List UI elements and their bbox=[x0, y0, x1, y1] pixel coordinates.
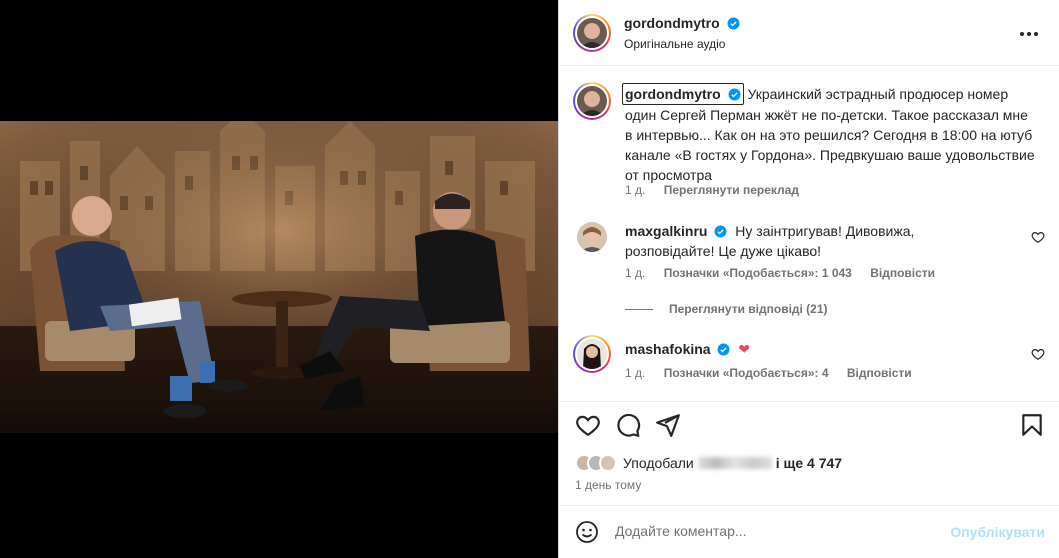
see-translation-button[interactable]: Переглянути переклад bbox=[664, 183, 799, 197]
add-comment-bar: Додайте коментар... Опублікувати bbox=[559, 505, 1059, 558]
comments-list: gordondmytro Украинский эстрадный продюс… bbox=[559, 67, 1059, 400]
liker-avatar bbox=[599, 454, 617, 472]
comment-meta: 1 д. Позначки «Подобається»: 4 Відповіст… bbox=[625, 366, 927, 380]
comment-time[interactable]: 1 д. bbox=[625, 366, 645, 380]
likes-count[interactable]: і ще 4 747 bbox=[776, 455, 842, 471]
video-player[interactable] bbox=[0, 121, 558, 433]
caption-meta: 1 д. Переглянути переклад bbox=[625, 183, 814, 197]
like-comment-heart-icon[interactable] bbox=[1031, 230, 1045, 244]
caption-avatar[interactable] bbox=[573, 82, 611, 120]
likes-summary[interactable]: Уподобали і ще 4 747 bbox=[575, 452, 842, 474]
caption: gordondmytro Украинский эстрадный продюс… bbox=[622, 83, 1035, 185]
comment-meta: 1 д. Позначки «Подобається»: 1 043 Відпо… bbox=[625, 266, 950, 280]
comment-icon[interactable] bbox=[615, 412, 641, 438]
verified-icon bbox=[728, 88, 741, 101]
comment-username[interactable]: mashafokina bbox=[625, 341, 711, 357]
comment-avatar-image bbox=[577, 339, 607, 369]
reply-button[interactable]: Відповісти bbox=[847, 366, 912, 380]
comment: mashafokina ❤ bbox=[625, 339, 1005, 359]
comment-time[interactable]: 1 д. bbox=[625, 266, 645, 280]
view-replies-line bbox=[625, 308, 653, 310]
caption-time[interactable]: 1 д. bbox=[625, 183, 645, 197]
view-replies[interactable]: Переглянути відповіді (21) bbox=[625, 302, 828, 316]
audio-label[interactable]: Оригінальне аудіо bbox=[624, 37, 725, 51]
comment-username[interactable]: maxgalkinru bbox=[625, 223, 707, 239]
verified-icon bbox=[727, 17, 740, 30]
author-avatar-image bbox=[577, 18, 607, 48]
comment-avatar[interactable] bbox=[573, 335, 611, 373]
more-icon bbox=[1020, 32, 1024, 36]
more-options-button[interactable] bbox=[1017, 24, 1041, 44]
view-replies-button[interactable]: Переглянути відповіді (21) bbox=[669, 302, 828, 316]
comment-avatar-image bbox=[577, 222, 607, 252]
comment-text: ❤ bbox=[738, 341, 751, 357]
verified-icon bbox=[714, 225, 727, 238]
heart-icon[interactable] bbox=[575, 412, 601, 438]
action-bar bbox=[559, 401, 1059, 451]
caption-username[interactable]: gordondmytro bbox=[625, 86, 721, 102]
share-icon[interactable] bbox=[655, 412, 681, 438]
comment-input[interactable]: Додайте коментар... bbox=[615, 523, 935, 539]
video-frame-image bbox=[0, 121, 558, 433]
bookmark-icon[interactable] bbox=[1019, 412, 1045, 438]
caption-avatar-image bbox=[577, 86, 607, 116]
post-panel: gordondmytro Оригінальне аудіо gordondmy… bbox=[558, 0, 1059, 558]
liker-name-blurred bbox=[697, 457, 772, 469]
post-time[interactable]: 1 день тому bbox=[575, 478, 641, 492]
emoji-icon[interactable] bbox=[575, 520, 599, 544]
comment-likes[interactable]: Позначки «Подобається»: 1 043 bbox=[664, 266, 852, 280]
author-username[interactable]: gordondmytro bbox=[624, 15, 720, 31]
comment: maxgalkinru Ну заінтригував! Дивовижа, р… bbox=[625, 221, 1005, 261]
publish-button[interactable]: Опублікувати bbox=[950, 524, 1045, 540]
reply-button[interactable]: Відповісти bbox=[870, 266, 935, 280]
like-comment-heart-icon[interactable] bbox=[1031, 347, 1045, 361]
post-header: gordondmytro Оригінальне аудіо bbox=[559, 0, 1059, 66]
verified-icon bbox=[718, 343, 730, 356]
comment-avatar[interactable] bbox=[577, 222, 607, 252]
likes-prefix: Уподобали bbox=[623, 455, 694, 471]
author-avatar[interactable] bbox=[573, 14, 611, 52]
comment-likes[interactable]: Позначки «Подобається»: 4 bbox=[664, 366, 829, 380]
media-area bbox=[0, 0, 558, 558]
